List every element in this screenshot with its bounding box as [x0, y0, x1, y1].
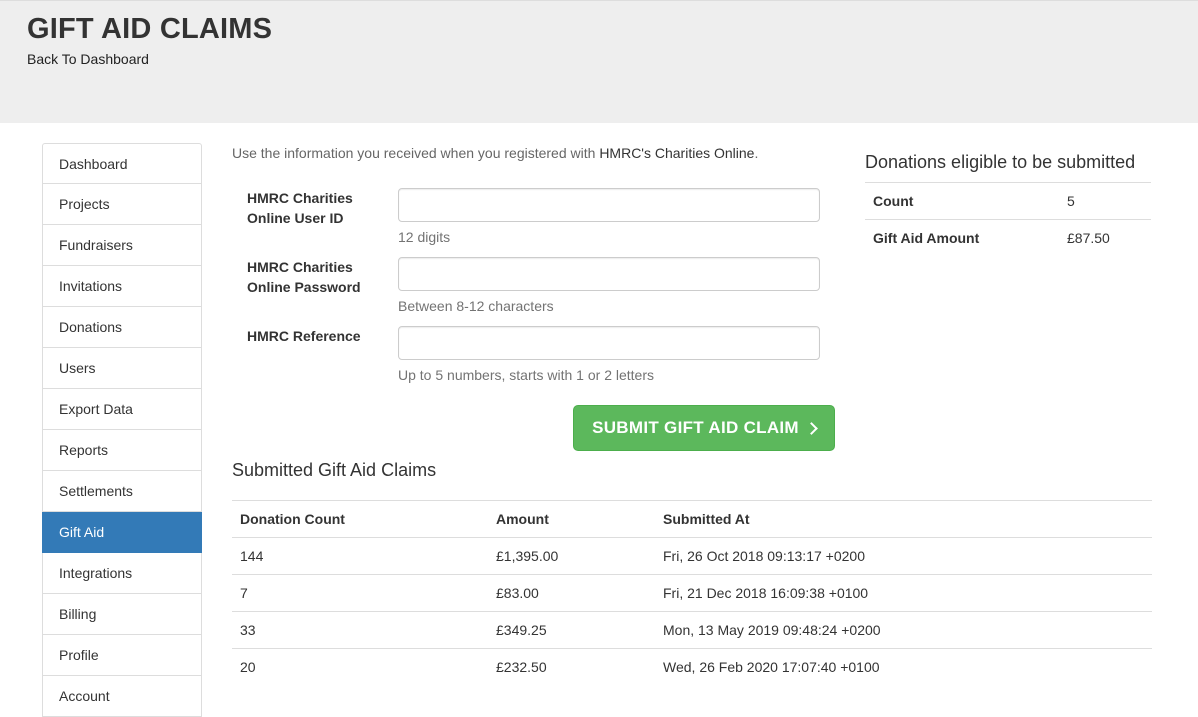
user-id-help: 12 digits: [398, 229, 451, 245]
sidebar-item-reports[interactable]: Reports: [42, 430, 202, 471]
cell-donation-count: 7: [232, 574, 488, 612]
sidebar-item-billing[interactable]: Billing: [42, 594, 202, 635]
cell-submitted-at: Mon, 13 May 2019 09:48:24 +0200: [655, 611, 1152, 649]
eligible-donations-table: Count 5 Gift Aid Amount £87.50: [865, 182, 1151, 257]
column-header-submitted-at: Submitted At: [655, 500, 1152, 538]
eligible-row-count: Count 5: [865, 182, 1151, 220]
eligible-count-label: Count: [865, 182, 1059, 220]
chevron-right-icon: [805, 421, 818, 435]
sidebar-item-users[interactable]: Users: [42, 348, 202, 389]
eligible-amount-label: Gift Aid Amount: [865, 219, 1059, 257]
table-header-row: Donation Count Amount Submitted At: [232, 500, 1152, 538]
sidebar-item-settlements[interactable]: Settlements: [42, 471, 202, 512]
password-input[interactable]: [398, 257, 820, 291]
sidebar-item-invitations[interactable]: Invitations: [42, 266, 202, 307]
column-header-amount: Amount: [488, 500, 655, 538]
cell-amount: £83.00: [488, 574, 655, 612]
submitted-claims-title: Submitted Gift Aid Claims: [232, 460, 437, 480]
intro-text-body: Use the information you received when yo…: [232, 145, 600, 161]
sidebar-item-profile[interactable]: Profile: [42, 635, 202, 676]
page-title: GIFT AID CLAIMS: [27, 13, 273, 45]
submitted-claims-table: Donation Count Amount Submitted At 144 £…: [232, 500, 1152, 686]
cell-amount: £1,395.00: [488, 537, 655, 575]
sidebar-item-dashboard[interactable]: Dashboard: [42, 143, 202, 184]
column-header-donation-count: Donation Count: [232, 500, 488, 538]
table-row: 7 £83.00 Fri, 21 Dec 2018 16:09:38 +0100: [232, 574, 1152, 612]
password-label: HMRC Charities Online Password: [247, 259, 361, 295]
cell-donation-count: 33: [232, 611, 488, 649]
reference-label: HMRC Reference: [247, 328, 361, 344]
hmrc-charities-online-link[interactable]: HMRC's Charities Online: [599, 145, 754, 161]
intro-text: Use the information you received when yo…: [232, 145, 758, 161]
sidebar-nav: Dashboard Projects Fundraisers Invitatio…: [42, 143, 202, 717]
cell-donation-count: 20: [232, 648, 488, 686]
submit-button-label: SUBMIT GIFT AID CLAIM: [592, 418, 799, 437]
sidebar-item-gift-aid[interactable]: Gift Aid: [42, 512, 202, 553]
cell-submitted-at: Fri, 21 Dec 2018 16:09:38 +0100: [655, 574, 1152, 612]
table-row: 33 £349.25 Mon, 13 May 2019 09:48:24 +02…: [232, 611, 1152, 649]
sidebar-item-integrations[interactable]: Integrations: [42, 553, 202, 594]
cell-amount: £349.25: [488, 611, 655, 649]
cell-amount: £232.50: [488, 648, 655, 686]
sidebar-item-donations[interactable]: Donations: [42, 307, 202, 348]
sidebar-item-export-data[interactable]: Export Data: [42, 389, 202, 430]
table-row: 20 £232.50 Wed, 26 Feb 2020 17:07:40 +01…: [232, 648, 1152, 686]
password-help: Between 8-12 characters: [398, 298, 554, 314]
back-to-dashboard-link[interactable]: Back To Dashboard: [27, 51, 149, 67]
eligible-donations-title: Donations eligible to be submitted: [865, 152, 1136, 172]
submit-gift-aid-claim-button[interactable]: SUBMIT GIFT AID CLAIM: [573, 405, 835, 451]
reference-input[interactable]: [398, 326, 820, 360]
eligible-count-value: 5: [1059, 182, 1151, 220]
sidebar-item-account[interactable]: Account: [42, 676, 202, 717]
cell-donation-count: 144: [232, 537, 488, 575]
cell-submitted-at: Fri, 26 Oct 2018 09:13:17 +0200: [655, 537, 1152, 575]
reference-help: Up to 5 numbers, starts with 1 or 2 lett…: [398, 367, 654, 383]
sidebar-item-projects[interactable]: Projects: [42, 184, 202, 225]
cell-submitted-at: Wed, 26 Feb 2020 17:07:40 +0100: [655, 648, 1152, 686]
user-id-label: HMRC Charities Online User ID: [247, 190, 353, 226]
eligible-row-amount: Gift Aid Amount £87.50: [865, 219, 1151, 257]
table-row: 144 £1,395.00 Fri, 26 Oct 2018 09:13:17 …: [232, 537, 1152, 575]
user-id-input[interactable]: [398, 188, 820, 222]
intro-text-suffix: .: [754, 145, 759, 161]
eligible-amount-value: £87.50: [1059, 219, 1151, 257]
sidebar-item-fundraisers[interactable]: Fundraisers: [42, 225, 202, 266]
page-header: GIFT AID CLAIMS Back To Dashboard: [0, 0, 1198, 123]
